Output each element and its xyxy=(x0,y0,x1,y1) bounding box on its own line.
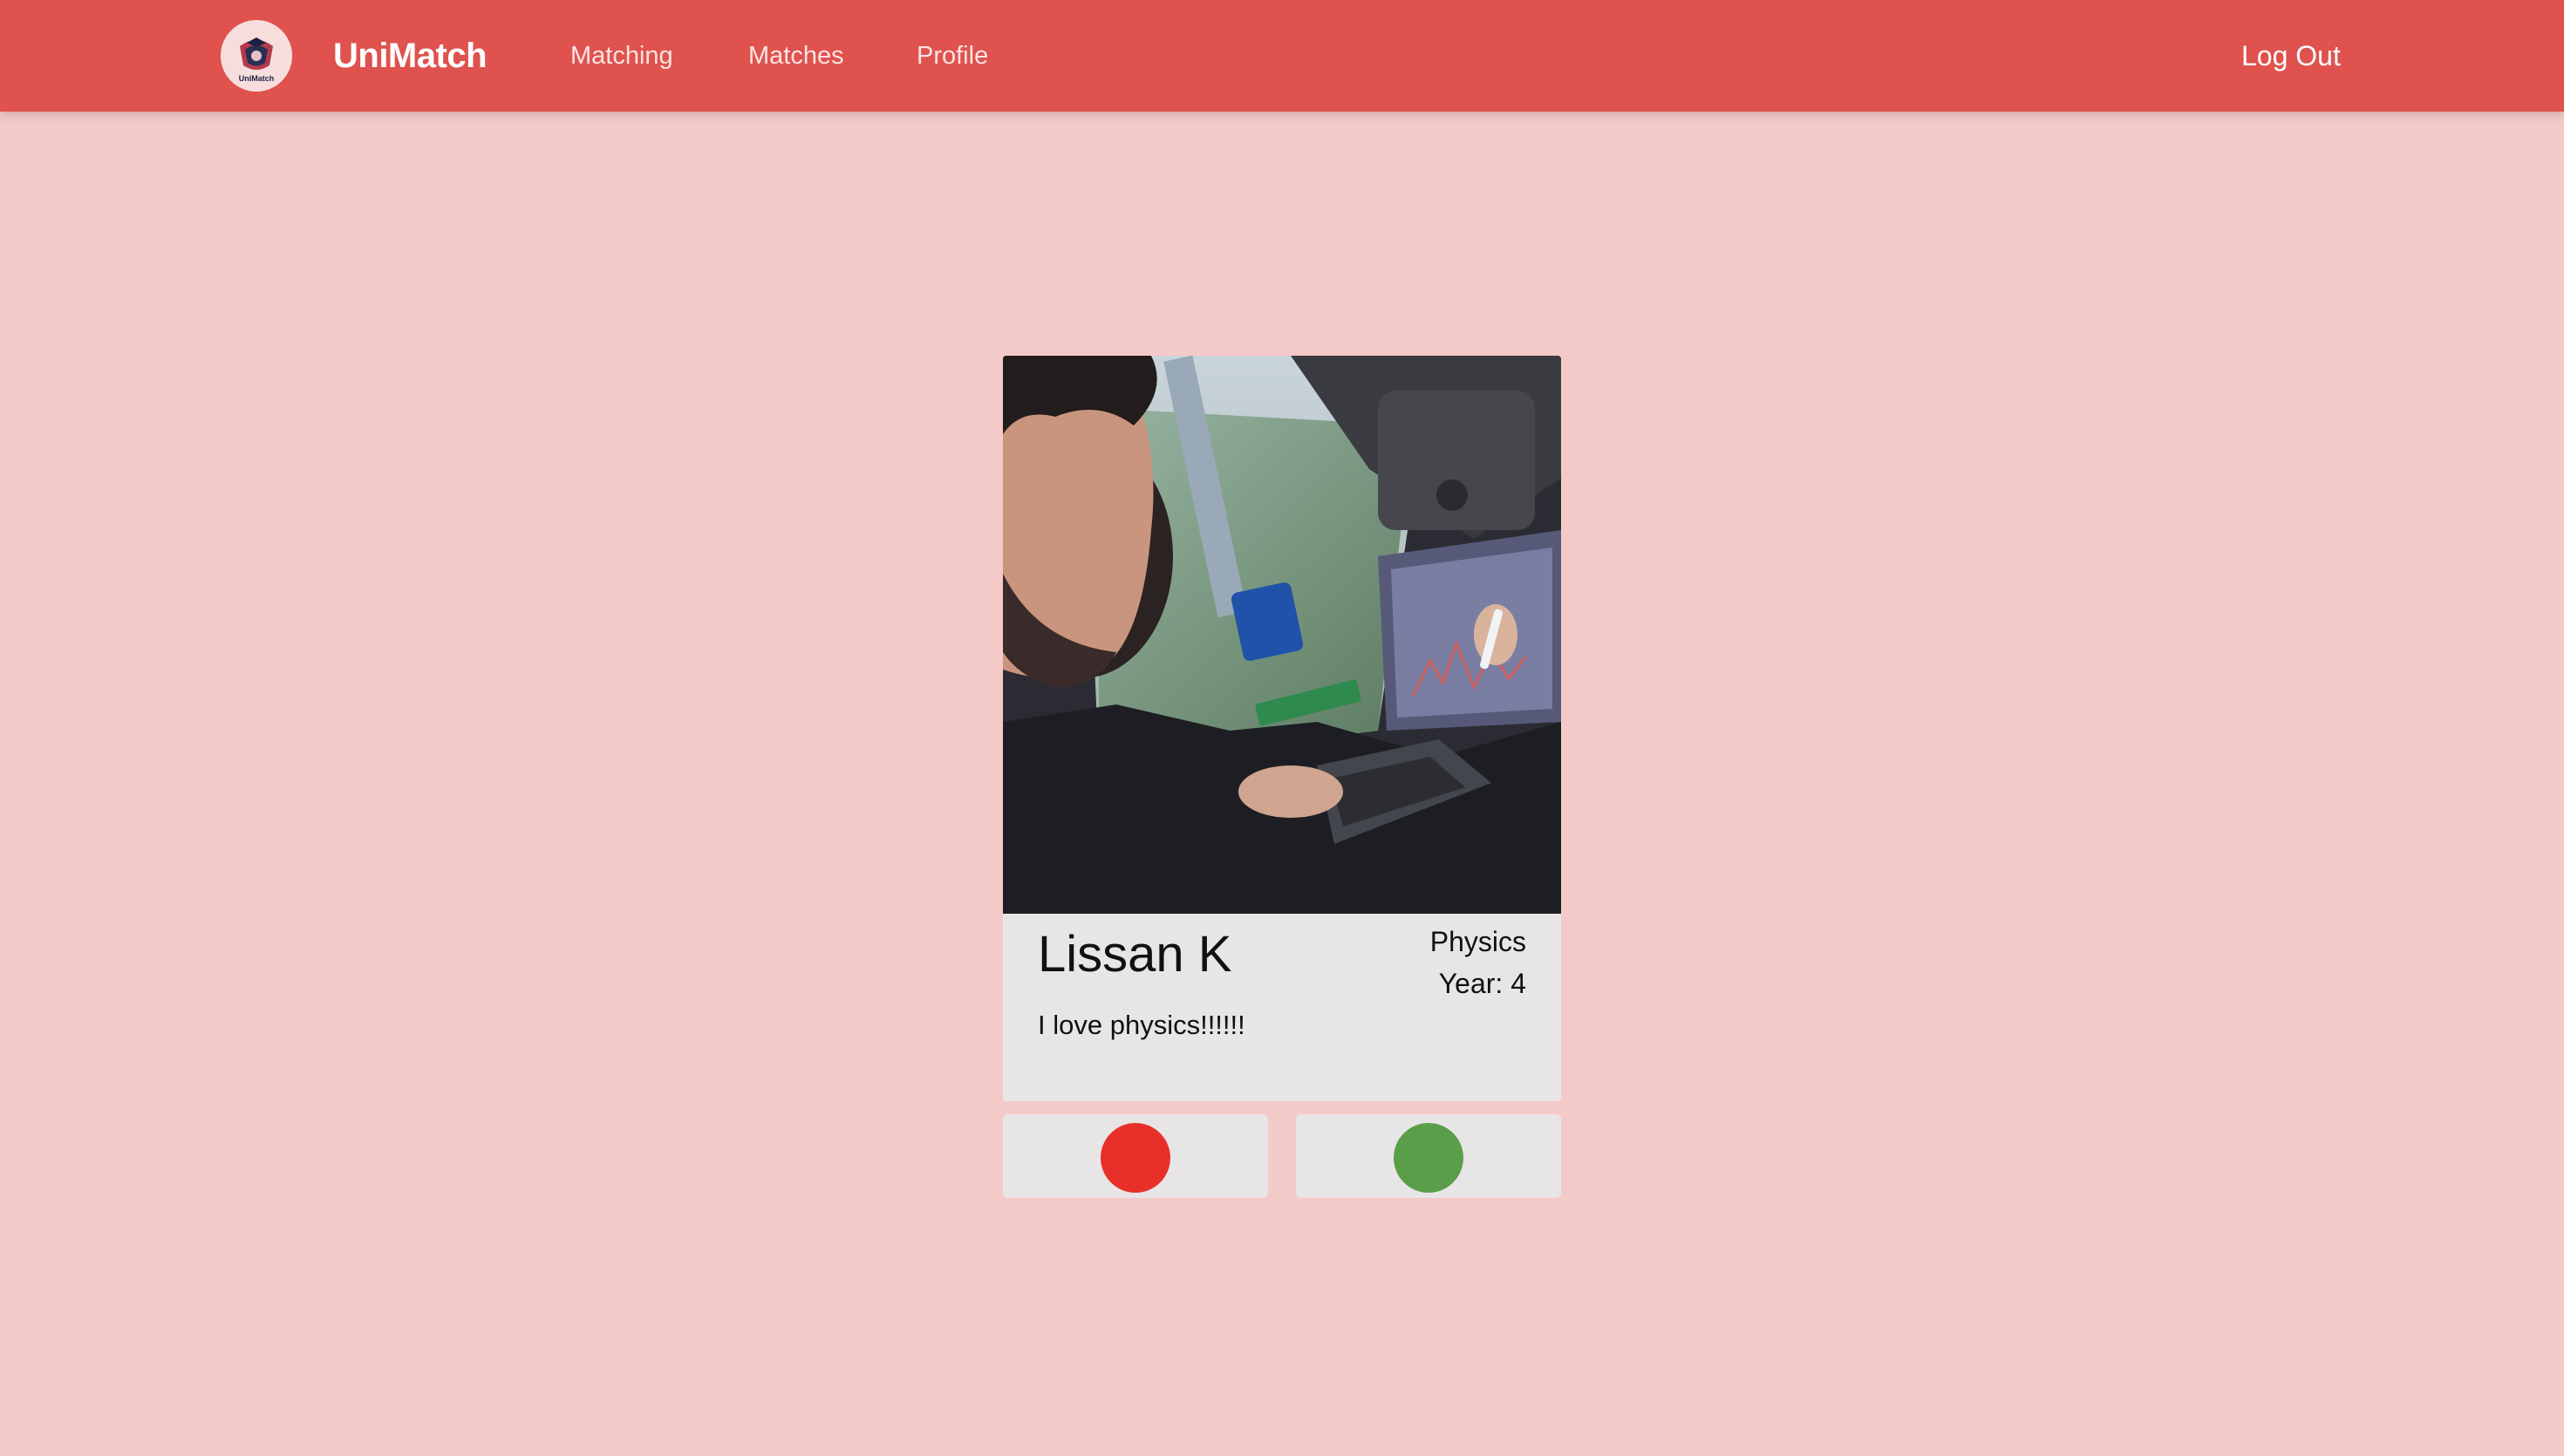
profile-year: Year: 4 xyxy=(1438,968,1526,999)
logo-wordmark: UniMatch xyxy=(239,74,275,83)
green-dot-icon xyxy=(1394,1123,1463,1193)
accept-button[interactable] xyxy=(1296,1114,1561,1198)
nav-link-profile[interactable]: Profile xyxy=(917,40,988,71)
unimatch-logo-icon[interactable]: UniMatch xyxy=(221,20,292,92)
profile-card: Lissan K Physics Year: 4 I love physics!… xyxy=(1003,356,1561,1101)
red-dot-icon xyxy=(1101,1123,1170,1193)
profile-photo xyxy=(1003,356,1561,914)
log-out-button[interactable]: Log Out xyxy=(2241,38,2341,73)
profile-bio: I love physics!!!!!! xyxy=(1038,1010,1245,1040)
reject-button[interactable] xyxy=(1003,1114,1268,1198)
nav-link-matches[interactable]: Matches xyxy=(748,40,844,71)
brand-title[interactable]: UniMatch xyxy=(333,35,488,77)
nav-link-matching[interactable]: Matching xyxy=(570,40,673,71)
top-navbar: UniMatch UniMatch Matching Matches Profi… xyxy=(0,0,2564,112)
profile-name: Lissan K xyxy=(1038,926,1232,983)
profile-subject: Physics xyxy=(1429,926,1526,957)
